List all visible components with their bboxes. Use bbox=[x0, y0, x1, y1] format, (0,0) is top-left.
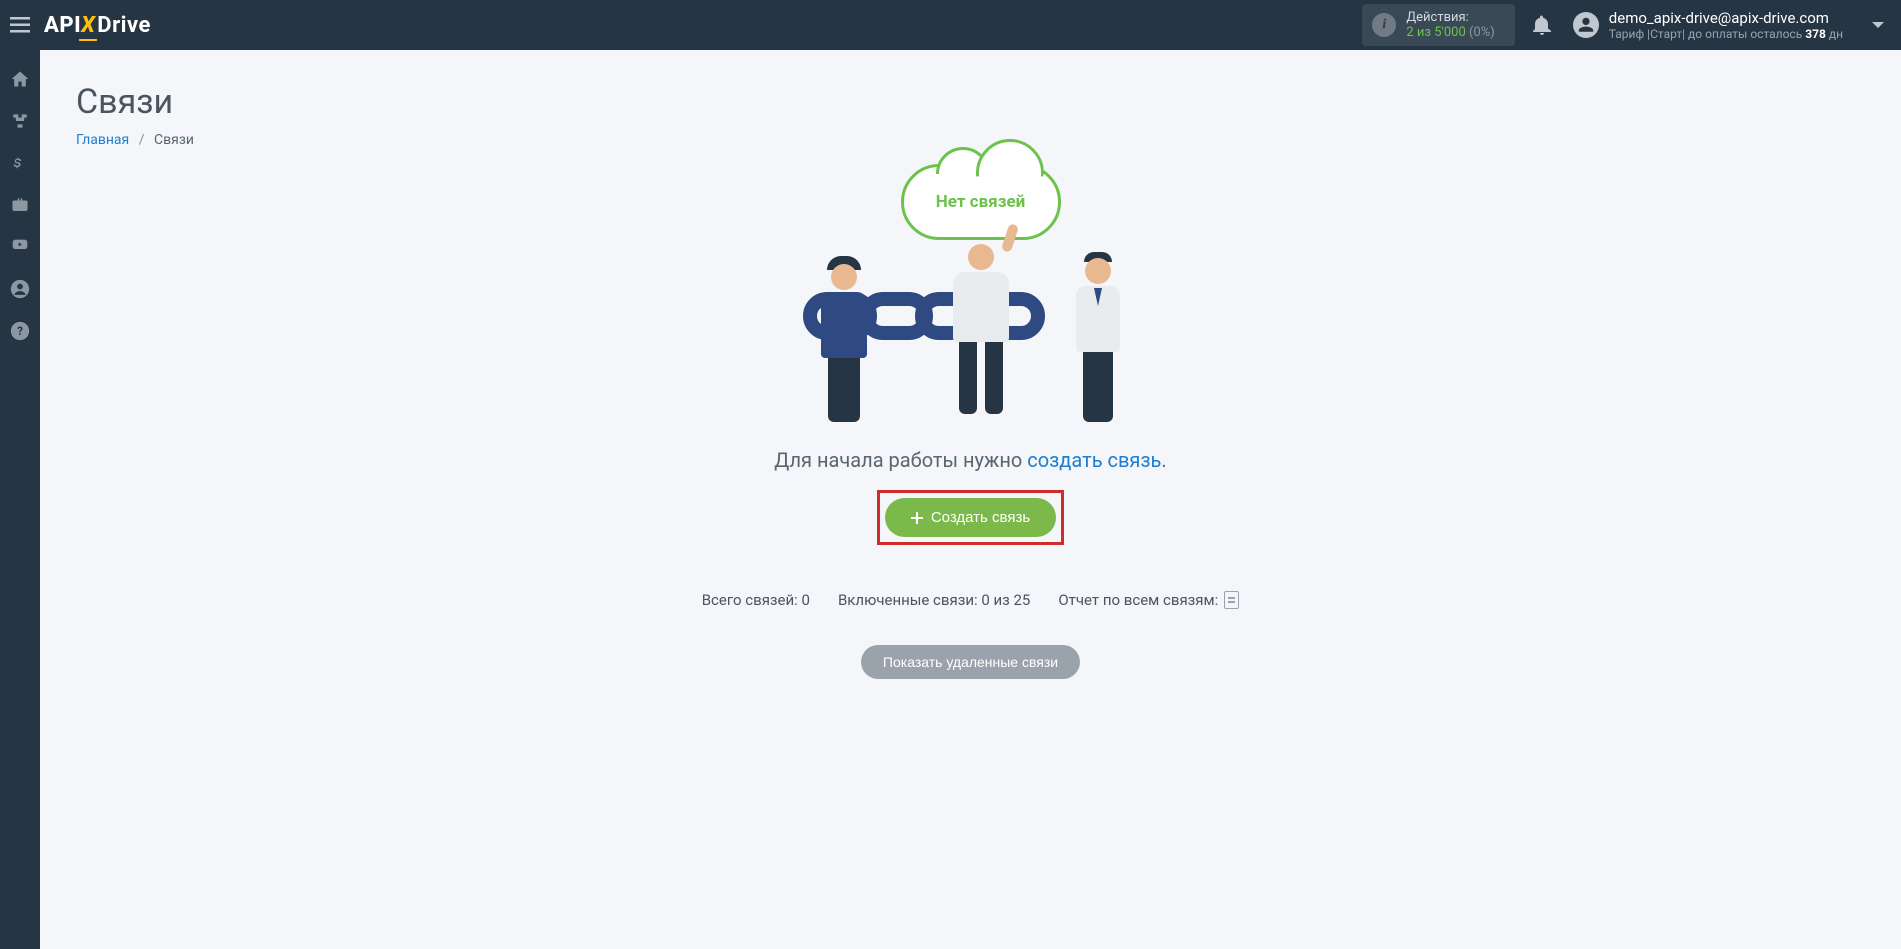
breadcrumb-home[interactable]: Главная bbox=[76, 132, 129, 148]
cloud-bubble: Нет связей bbox=[901, 164, 1061, 240]
logo-part-drive: Drive bbox=[97, 13, 151, 38]
hamburger-icon bbox=[10, 17, 30, 33]
logo[interactable]: API X Drive bbox=[44, 13, 151, 38]
cloud-text: Нет связей bbox=[936, 192, 1026, 212]
user-menu-caret[interactable] bbox=[1871, 20, 1885, 30]
main-content: Связи Главная / Связи Нет связей Для нач… bbox=[40, 50, 1901, 949]
stats-row: Всего связей: 0 Включенные связи: 0 из 2… bbox=[702, 591, 1240, 609]
svg-text:?: ? bbox=[17, 324, 23, 338]
sidebar: ? bbox=[0, 50, 40, 949]
create-connection-button[interactable]: Создать связь bbox=[885, 498, 1056, 537]
app-header: API X Drive i Действия: 2 из 5'000 (0%) … bbox=[0, 0, 1901, 50]
logo-part-x: X bbox=[81, 13, 95, 38]
dollar-icon bbox=[13, 152, 27, 174]
info-icon: i bbox=[1372, 13, 1396, 37]
sidebar-video[interactable] bbox=[9, 236, 31, 258]
avatar-icon bbox=[1573, 12, 1599, 38]
actions-value: 2 из 5'000 (0%) bbox=[1406, 25, 1494, 40]
briefcase-icon bbox=[10, 196, 30, 214]
user-email: demo_apix-drive@apix-drive.com bbox=[1609, 9, 1843, 27]
file-icon[interactable] bbox=[1224, 591, 1239, 609]
chevron-down-icon bbox=[1871, 20, 1885, 30]
stat-total: Всего связей: 0 bbox=[702, 591, 810, 609]
home-icon bbox=[10, 69, 30, 89]
stat-enabled: Включенные связи: 0 из 25 bbox=[838, 591, 1030, 609]
empty-illustration: Нет связей bbox=[791, 164, 1151, 424]
sidebar-connections[interactable] bbox=[9, 110, 31, 132]
intro-text: Для начала работы нужно создать связь. bbox=[774, 448, 1166, 472]
user-tariff: Тариф |Старт| до оплаты осталось 378 дн bbox=[1609, 27, 1843, 41]
sidebar-help[interactable]: ? bbox=[9, 320, 31, 342]
sidebar-account[interactable] bbox=[9, 278, 31, 300]
logo-part-api: API bbox=[44, 13, 81, 38]
bell-icon bbox=[1533, 15, 1551, 35]
stat-report: Отчет по всем связям: bbox=[1058, 591, 1239, 609]
create-link[interactable]: создать связь bbox=[1027, 448, 1161, 472]
actions-label: Действия: bbox=[1406, 10, 1494, 25]
sidebar-services[interactable] bbox=[9, 194, 31, 216]
breadcrumb-current: Связи bbox=[154, 132, 194, 148]
youtube-icon bbox=[9, 239, 31, 255]
breadcrumb: Главная / Связи bbox=[76, 132, 1865, 148]
page-title: Связи bbox=[76, 82, 1865, 122]
sidebar-home[interactable] bbox=[9, 68, 31, 90]
sidebar-billing[interactable] bbox=[9, 152, 31, 174]
plus-icon bbox=[911, 512, 923, 524]
actions-counter[interactable]: i Действия: 2 из 5'000 (0%) bbox=[1362, 4, 1514, 46]
help-icon: ? bbox=[10, 321, 30, 341]
create-button-highlight: Создать связь bbox=[877, 490, 1064, 545]
show-deleted-button[interactable]: Показать удаленные связи bbox=[861, 645, 1080, 679]
menu-toggle[interactable] bbox=[0, 0, 40, 50]
user-circle-icon bbox=[10, 279, 30, 299]
empty-state: Нет связей Для начала работы нужно созда… bbox=[76, 164, 1865, 679]
notifications-button[interactable] bbox=[1533, 15, 1551, 35]
user-menu[interactable]: demo_apix-drive@apix-drive.com Тариф |Ст… bbox=[1573, 9, 1843, 41]
sitemap-icon bbox=[10, 111, 30, 131]
